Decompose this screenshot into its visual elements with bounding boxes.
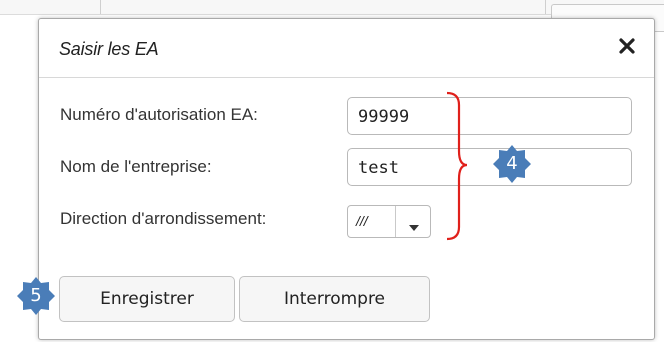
select-divider — [395, 206, 396, 237]
authorization-number-input[interactable]: 99999 — [347, 97, 632, 135]
background-divider — [545, 0, 546, 14]
company-name-input[interactable]: test — [347, 148, 632, 186]
annotation-badge-5: 5 — [17, 277, 55, 315]
close-icon[interactable] — [616, 35, 638, 57]
dialog-title: Saisir les EA — [59, 39, 159, 59]
enter-ea-dialog: Saisir les EA Numéro d'autorisation EA: … — [38, 18, 655, 340]
district-direction-select[interactable]: /// — [347, 205, 431, 238]
chevron-down-icon[interactable] — [408, 219, 420, 237]
authorization-number-label: Numéro d'autorisation EA: — [60, 105, 258, 124]
background-divider — [100, 0, 101, 14]
annotation-bracket — [446, 91, 468, 241]
dialog-titlebar: Saisir les EA — [39, 19, 654, 78]
company-name-label: Nom de l'entreprise: — [60, 157, 212, 176]
district-direction-label: Direction d'arrondissement: — [60, 209, 267, 228]
annotation-badge-4: 4 — [493, 145, 531, 183]
save-button[interactable]: Enregistrer — [59, 276, 235, 322]
district-direction-value: /// — [356, 213, 368, 229]
cancel-button[interactable]: Interrompre — [239, 276, 430, 322]
